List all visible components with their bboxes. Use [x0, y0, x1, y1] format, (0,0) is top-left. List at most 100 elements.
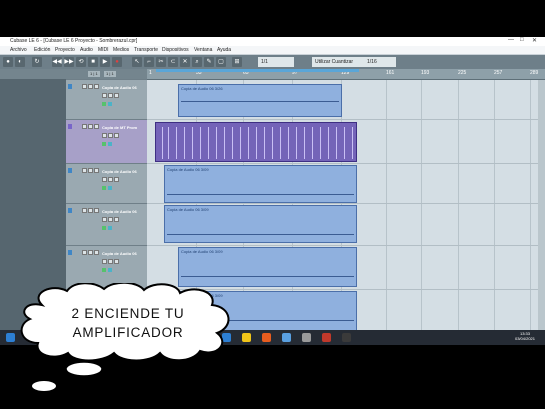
menu-transporte[interactable]: Transporte: [134, 47, 158, 53]
track-select-indicator: [68, 208, 72, 213]
track-controls[interactable]: [102, 217, 120, 222]
audio-event[interactable]: Copia de Audio 06 3/09: [178, 247, 357, 287]
taskbar-app-icon[interactable]: [342, 333, 351, 342]
loop-button[interactable]: ↻: [32, 57, 42, 67]
close-button[interactable]: ✕: [532, 37, 537, 44]
track-name: Copia de Audio 06: [102, 251, 137, 256]
event-label: Copia de Audio 06 3/09: [167, 207, 209, 212]
track-buttons[interactable]: [82, 84, 100, 89]
zoom-tool-icon[interactable]: ⌕: [192, 57, 202, 67]
waveform: [181, 276, 354, 277]
audio-event[interactable]: Copia de Audio 06 3/09: [164, 205, 357, 243]
edit-icon[interactable]: [108, 186, 112, 190]
taskbar-app-icon[interactable]: [242, 333, 251, 342]
taskbar-app-icon[interactable]: [262, 333, 271, 342]
taskbar-app-icon[interactable]: [302, 333, 311, 342]
minimize-button[interactable]: —: [508, 37, 514, 43]
track-buttons[interactable]: [82, 208, 100, 213]
monitor-icon[interactable]: [102, 268, 106, 272]
track-select-indicator: [68, 84, 72, 89]
record-mode-button[interactable]: ●: [3, 57, 13, 67]
vertical-scrollbar[interactable]: [538, 80, 545, 345]
edit-icon[interactable]: [108, 102, 112, 106]
lane-divider: [147, 119, 545, 120]
caption-line-2: AMPLIFICADOR: [72, 325, 184, 340]
track-name: Copia de Audio 06: [102, 209, 137, 214]
audio-event[interactable]: Copia de Audio 06 3/26: [178, 84, 342, 117]
track-buttons[interactable]: [82, 168, 100, 173]
ruler-tick: 1: [149, 70, 152, 76]
cloud-tail-bubble: [65, 361, 103, 377]
lane-divider: [147, 245, 545, 246]
split-tool-icon[interactable]: ✂: [156, 57, 166, 67]
track-buttons[interactable]: [82, 124, 100, 129]
record-button[interactable]: ●: [112, 57, 122, 67]
track-row[interactable]: Copia de Audio 06: [66, 79, 147, 120]
monitor-icon[interactable]: [102, 186, 106, 190]
track-list-header: 1 | 1 1 | 1: [0, 69, 147, 79]
monitor-icon[interactable]: [102, 226, 106, 230]
maximize-button[interactable]: □: [520, 37, 524, 43]
waveform: [181, 101, 339, 102]
ruler-tick: 161: [386, 70, 395, 76]
track-name: Copia de MT Prom: [102, 125, 138, 130]
track-header-button[interactable]: 1 | 1: [104, 71, 116, 77]
ruler-tick: 193: [421, 70, 430, 76]
loop-range[interactable]: [156, 69, 359, 72]
event-label: Copia de Audio 06 3/26: [181, 86, 223, 91]
snap-toggle-button[interactable]: ⊞: [232, 57, 242, 67]
draw-tool-icon[interactable]: ▢: [216, 57, 226, 67]
menu-medios[interactable]: Medios: [113, 47, 129, 53]
track-header-button[interactable]: 1 | 1: [88, 71, 100, 77]
track-row[interactable]: Copia de Audio 06: [66, 203, 147, 246]
ruler-tick: 225: [458, 70, 467, 76]
cycle-button[interactable]: ⟲: [76, 57, 86, 67]
menu-edicion[interactable]: Edición: [34, 47, 50, 53]
track-controls[interactable]: [102, 177, 120, 182]
edit-icon[interactable]: [108, 142, 112, 146]
menu-midi[interactable]: MIDI: [98, 47, 109, 53]
menu-ayuda[interactable]: Ayuda: [217, 47, 231, 53]
taskbar-app-icon[interactable]: [322, 333, 331, 342]
range-tool-icon[interactable]: ⌐: [144, 57, 154, 67]
title-bar: Cubase LE 6 - [Cubase LE 6 Proyecto - So…: [0, 37, 545, 46]
grid-type-select[interactable]: Utilizar Cuantizar: [312, 57, 364, 67]
menu-bar: Archivo Edición Proyecto Audio MIDI Medi…: [0, 46, 545, 55]
rewind-button[interactable]: ◀◀: [52, 57, 62, 67]
audio-event[interactable]: Copia de Audio 06 3/09: [164, 165, 357, 203]
edit-icon[interactable]: [108, 268, 112, 272]
mute-tool-icon[interactable]: ✎: [204, 57, 214, 67]
ruler-tick: 257: [494, 70, 503, 76]
track-controls[interactable]: [102, 259, 120, 264]
snap-value-select[interactable]: 1/1: [258, 57, 294, 67]
track-buttons[interactable]: [82, 250, 100, 255]
monitor-icon[interactable]: [102, 102, 106, 106]
track-select-indicator: [68, 168, 72, 173]
waveform: [167, 194, 354, 195]
menu-proyecto[interactable]: Proyecto: [55, 47, 75, 53]
erase-tool-icon[interactable]: ✕: [180, 57, 190, 67]
monitor-button[interactable]: ◐: [15, 57, 25, 67]
taskbar-clock[interactable]: 13:33 03/04/2021: [515, 331, 535, 341]
waveform: [167, 234, 354, 235]
play-button[interactable]: ▶: [100, 57, 110, 67]
track-row[interactable]: Copia de MT Prom: [66, 119, 147, 164]
menu-ventana[interactable]: Ventana: [194, 47, 212, 53]
taskbar-app-icon[interactable]: [282, 333, 291, 342]
edit-icon[interactable]: [108, 226, 112, 230]
forward-button[interactable]: ▶▶: [64, 57, 74, 67]
midi-part[interactable]: [155, 122, 357, 162]
menu-audio[interactable]: Audio: [80, 47, 93, 53]
menu-archivo[interactable]: Archivo: [10, 47, 27, 53]
track-row[interactable]: Copia de Audio 06: [66, 163, 147, 204]
overlay-caption: 2 ENCIENDE TU AMPLIFICADOR: [28, 304, 228, 342]
monitor-icon[interactable]: [102, 142, 106, 146]
track-select-indicator: [68, 250, 72, 255]
track-controls[interactable]: [102, 133, 120, 138]
glue-tool-icon[interactable]: ⊂: [168, 57, 178, 67]
menu-dispositivos[interactable]: Dispositivos: [162, 47, 189, 53]
quantize-select[interactable]: 1/16: [364, 57, 396, 67]
pointer-tool-icon[interactable]: ↖: [132, 57, 142, 67]
track-controls[interactable]: [102, 93, 120, 98]
stop-button[interactable]: ■: [88, 57, 98, 67]
